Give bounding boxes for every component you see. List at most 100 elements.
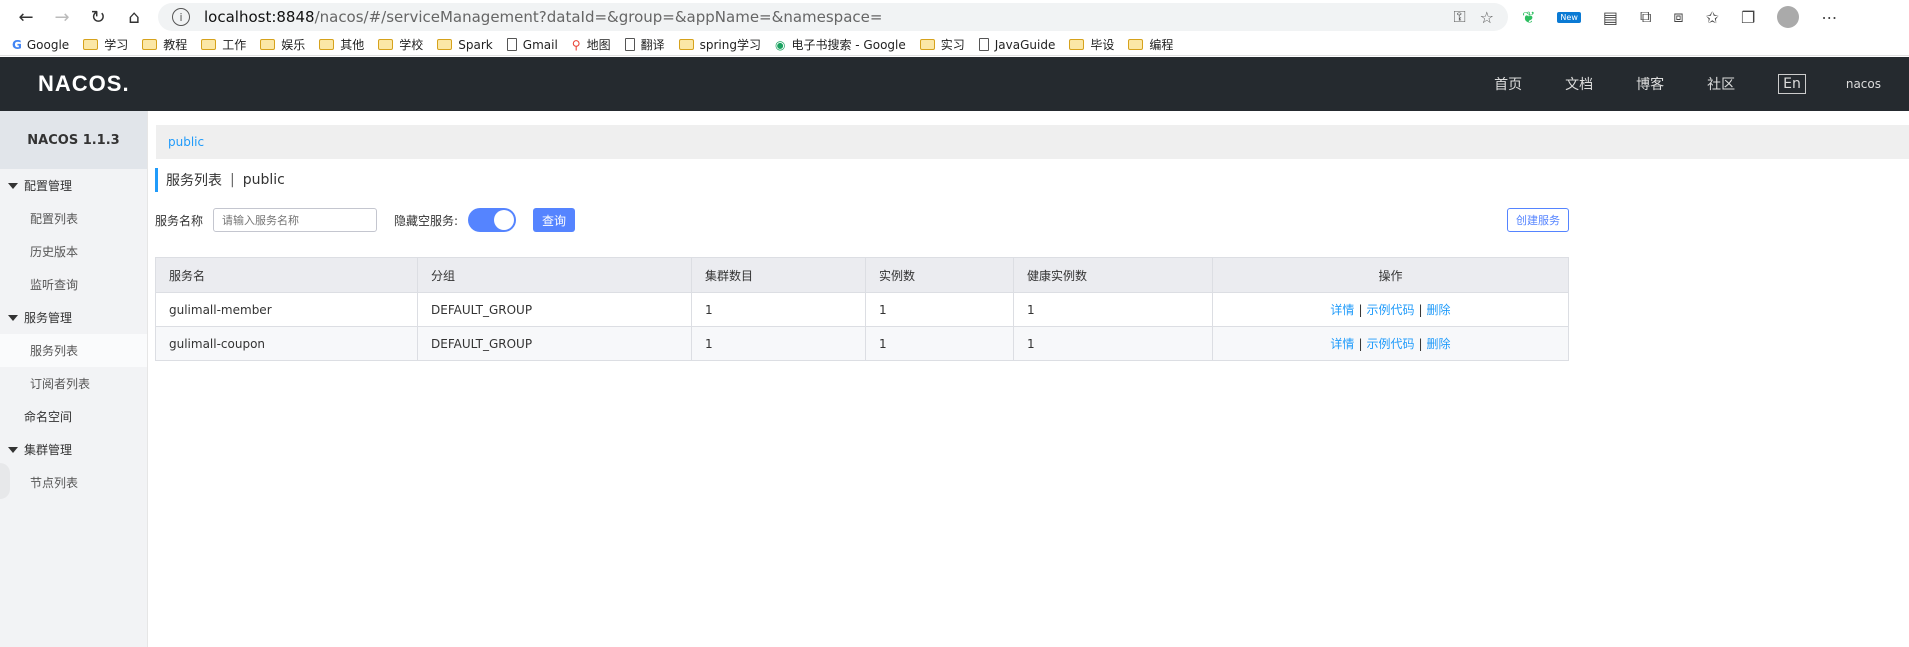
tabs-icon[interactable]: ❐	[1741, 8, 1755, 27]
reload-icon[interactable]: ↻	[80, 2, 116, 32]
profile-avatar[interactable]	[1777, 6, 1800, 28]
bookmark-item[interactable]: 编程	[1128, 36, 1173, 53]
bookmark-item[interactable]: spring学习	[678, 36, 761, 53]
bookmark-label: 翻译	[640, 38, 665, 52]
nacos-logo[interactable]: NACOS.	[38, 71, 130, 97]
cell-name: gulimall-coupon	[155, 326, 418, 361]
home-icon[interactable]: ⌂	[116, 2, 152, 32]
more-menu-icon[interactable]: ⋯	[1821, 8, 1837, 27]
address-bar[interactable]: i localhost:8848/nacos/#/serviceManageme…	[158, 3, 1508, 31]
bookmark-item[interactable]: ◉ 电子书搜索 - Google	[775, 36, 906, 53]
col-group: 分组	[417, 257, 692, 293]
namespace-bar: public	[156, 125, 1909, 159]
folder-icon	[678, 39, 694, 50]
extension-new-badge[interactable]: New	[1557, 11, 1581, 23]
sidebar-item[interactable]: 历史版本	[0, 235, 147, 268]
bookmark-item[interactable]: ⚲ 地图	[572, 36, 611, 53]
detail-link[interactable]: 详情	[1330, 303, 1354, 317]
collections-icon[interactable]: ⧈	[1673, 7, 1683, 27]
favorites-list-icon[interactable]: ✩	[1706, 8, 1719, 27]
bookmark-item[interactable]: 学校	[378, 36, 423, 53]
sidebar-item-label: 订阅者列表	[30, 377, 91, 391]
folder-icon	[378, 39, 394, 50]
cell-clusters: 1	[691, 292, 866, 327]
detail-link[interactable]: 详情	[1330, 337, 1354, 351]
top-menu: 首页 文档 博客 社区 En nacos	[1451, 74, 1881, 94]
bookmark-item[interactable]: 毕设	[1069, 36, 1114, 53]
sample-code-link[interactable]: 示例代码	[1366, 337, 1414, 351]
extension-gray-icon[interactable]: ▤	[1603, 8, 1618, 27]
delete-link[interactable]: 删除	[1427, 337, 1451, 351]
sample-code-link[interactable]: 示例代码	[1366, 303, 1414, 317]
key-icon[interactable]: ⚿	[1453, 7, 1465, 27]
nav-blog-link[interactable]: 博客	[1636, 74, 1664, 94]
page-icon	[506, 38, 517, 51]
sidebar-item[interactable]: 订阅者列表	[0, 367, 147, 400]
sidebar-item[interactable]: 集群管理	[0, 433, 147, 466]
bookmark-item[interactable]: 实习	[919, 36, 965, 53]
sidebar-item-label: 节点列表	[30, 476, 79, 490]
service-name-label: 服务名称	[155, 213, 204, 228]
bookmark-item[interactable]: 工作	[201, 36, 246, 53]
table-header-row: 服务名 分组 集群数目 实例数 健康实例数 操作	[155, 257, 1569, 293]
folder-icon	[201, 39, 217, 50]
bookmark-item[interactable]: Spark	[437, 38, 493, 52]
sidebar-item[interactable]: 配置列表	[0, 202, 147, 235]
bookmark-label: Gmail	[522, 37, 558, 52]
sidebar-item-label: 历史版本	[30, 245, 79, 259]
page-icon	[978, 38, 989, 51]
nav-docs-link[interactable]: 文档	[1565, 74, 1593, 94]
sidebar-item[interactable]: 服务列表	[0, 334, 147, 367]
bookmark-item[interactable]: JavaGuide	[978, 38, 1055, 52]
op-separator: |	[1358, 337, 1363, 351]
sidebar-item[interactable]: 命名空间	[0, 400, 147, 433]
delete-link[interactable]: 删除	[1427, 303, 1451, 317]
hide-empty-toggle[interactable]	[468, 208, 517, 232]
sidebar-item[interactable]: 服务管理	[0, 301, 147, 334]
op-separator: |	[1358, 303, 1363, 317]
nav-home-link[interactable]: 首页	[1494, 74, 1522, 94]
bookmark-item[interactable]: Gmail	[506, 37, 558, 52]
evernote-icon[interactable]: ❦	[1522, 8, 1535, 27]
bookmark-label: 学习	[104, 38, 129, 52]
sidebar-item[interactable]: 监听查询	[0, 268, 147, 301]
bookmark-item[interactable]: 学习	[83, 36, 128, 53]
favorite-star-icon[interactable]: ☆	[1480, 8, 1494, 27]
main-content: public 服务列表 | public 服务名称 隐藏空服务: 查询 创建服务…	[148, 111, 1909, 647]
language-switch[interactable]: En	[1778, 74, 1806, 94]
table-row: gulimall-member DEFAULT_GROUP 1 1 1 详情 | 示例代码 | 删…	[155, 292, 1569, 327]
sidebar-item-label: 配置列表	[30, 212, 79, 226]
sidebar-item-label: 监听查询	[30, 278, 79, 292]
bookmark-item[interactable]: 其他	[319, 36, 364, 53]
create-service-button[interactable]: 创建服务	[1507, 208, 1569, 232]
bookmark-item[interactable]: 翻译	[624, 36, 665, 53]
caret-down-icon	[8, 314, 18, 321]
extension-puzzle-icon[interactable]: ⧉	[1640, 7, 1651, 27]
table-row: gulimall-coupon DEFAULT_GROUP 1 1 1 详情 | 示例代码 | 删…	[155, 326, 1569, 361]
service-name-input[interactable]	[213, 208, 378, 232]
page-title-text: 服务列表	[166, 173, 222, 189]
bookmark-label: 娱乐	[281, 38, 306, 52]
nav-community-link[interactable]: 社区	[1707, 74, 1735, 94]
sidebar-item[interactable]: 节点列表	[0, 466, 147, 499]
bookmark-item[interactable]: G Google	[12, 38, 69, 52]
version-label: NACOS 1.1.3	[0, 111, 147, 169]
caret-down-icon	[8, 182, 18, 189]
sidebar-item[interactable]: 配置管理	[0, 169, 147, 202]
bookmark-label: 学校	[399, 38, 424, 52]
bookmark-item[interactable]: 娱乐	[260, 36, 305, 53]
sidebar-collapse-handle[interactable]	[0, 463, 10, 499]
namespace-public-link[interactable]: public	[168, 135, 204, 149]
forward-icon[interactable]: →	[44, 2, 80, 32]
site-info-icon[interactable]: i	[172, 8, 190, 26]
url-host: localhost:8848	[204, 8, 315, 26]
bookmark-label: 工作	[222, 38, 247, 52]
extensions-area: ❦ New ▤ ⧉ ⧈ ✩ ❐ ⋯	[1522, 6, 1837, 28]
service-table: 服务名 分组 集群数目 实例数 健康实例数 操作 gulimall-member…	[155, 257, 1569, 361]
cell-instances: 1	[865, 292, 1014, 327]
toggle-knob	[494, 210, 515, 230]
user-name[interactable]: nacos	[1846, 77, 1881, 91]
query-button[interactable]: 查询	[533, 208, 576, 232]
bookmark-item[interactable]: 教程	[142, 36, 187, 53]
back-icon[interactable]: ←	[8, 2, 44, 32]
